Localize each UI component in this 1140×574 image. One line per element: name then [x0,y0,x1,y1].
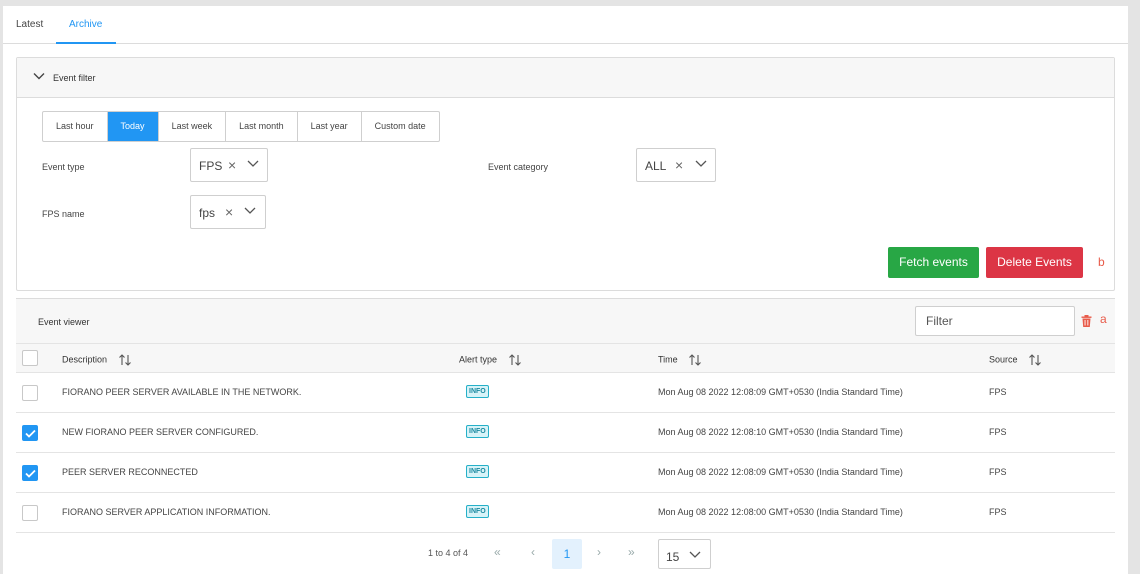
alert-type-badge: INFO [466,465,489,478]
row-description: PEER SERVER RECONNECTED [62,467,198,477]
sort-icon[interactable] [688,354,702,366]
table-row[interactable]: NEW FIORANO PEER SERVER CONFIGURED. INFO… [16,413,1115,453]
pagination: 1 to 4 of 4 « ‹ 1 › » 15 [16,534,1115,570]
column-alert-type[interactable]: Alert type [459,354,522,366]
clear-icon[interactable]: × [675,157,683,173]
row-checkbox[interactable] [22,425,38,441]
next-page-button[interactable]: › [597,545,601,559]
table-header: Description Alert type Time Source [16,343,1115,373]
event-type-select[interactable]: FPS × [190,148,268,182]
filter-input[interactable] [915,306,1075,336]
range-last-week[interactable]: Last week [159,112,227,141]
row-description: NEW FIORANO PEER SERVER CONFIGURED. [62,427,259,437]
range-custom-date[interactable]: Custom date [362,112,439,141]
table-row[interactable]: FIORANO PEER SERVER AVAILABLE IN THE NET… [16,373,1115,413]
row-time: Mon Aug 08 2022 12:08:10 GMT+0530 (India… [658,427,903,437]
table-row[interactable]: PEER SERVER RECONNECTED INFO Mon Aug 08 … [16,453,1115,493]
time-range-selector: Last hour Today Last week Last month Las… [42,111,440,142]
range-last-hour[interactable]: Last hour [43,112,108,141]
alert-type-badge: INFO [466,425,489,438]
column-source-label: Source [989,354,1018,365]
chevron-down-icon[interactable] [244,207,256,215]
clear-icon[interactable]: × [225,204,233,220]
chevron-down-icon[interactable] [689,551,701,559]
row-checkbox[interactable] [22,465,38,481]
range-today[interactable]: Today [107,112,159,141]
sort-icon[interactable] [508,354,522,366]
range-last-year[interactable]: Last year [298,112,362,141]
checkmark-icon [25,469,36,478]
sort-icon[interactable] [118,354,132,366]
row-source: FPS [989,387,1007,397]
checkmark-icon [25,429,36,438]
chevron-down-icon[interactable] [247,160,259,168]
prev-page-button[interactable]: ‹ [531,545,535,559]
event-viewer: Event viewer a Description Alert type [16,298,1115,569]
trash-icon[interactable] [1081,315,1092,327]
tab-archive[interactable]: Archive [69,19,102,30]
event-viewer-title: Event viewer [38,317,90,327]
row-description: FIORANO SERVER APPLICATION INFORMATION. [62,507,271,517]
current-page-button[interactable]: 1 [552,539,582,569]
event-category-value: ALL [645,159,667,173]
row-source: FPS [989,427,1007,437]
chevron-down-icon[interactable] [33,70,45,82]
sort-icon[interactable] [1028,354,1042,366]
pagination-info: 1 to 4 of 4 [428,548,469,558]
archive-page: Latest Archive Event filter Last hour To… [3,6,1128,574]
annotation-marker-a: a [1100,312,1107,326]
row-time: Mon Aug 08 2022 12:08:09 GMT+0530 (India… [658,387,903,397]
event-category-select[interactable]: ALL × [636,148,716,182]
row-source: FPS [989,467,1007,477]
event-viewer-header: Event viewer a [16,298,1115,343]
event-filter-panel: Event filter Last hour Today Last week L… [16,57,1115,291]
tab-bar: Latest Archive [3,6,1128,44]
select-all-checkbox[interactable] [22,350,38,366]
first-page-button[interactable]: « [494,545,501,559]
page-size-select[interactable]: 15 [658,539,711,569]
fps-name-label: FPS name [42,209,85,219]
chevron-down-icon[interactable] [695,160,707,168]
column-time-label: Time [658,354,678,365]
annotation-marker-b: b [1098,255,1105,269]
row-time: Mon Aug 08 2022 12:08:00 GMT+0530 (India… [658,507,903,517]
fetch-events-button[interactable]: Fetch events [888,247,979,278]
delete-events-button[interactable]: Delete Events [986,247,1083,278]
event-category-label: Event category [488,162,549,172]
event-filter-header[interactable]: Event filter [17,58,1114,98]
alert-type-badge: INFO [466,385,489,398]
column-description-label: Description [62,354,108,365]
row-checkbox[interactable] [22,385,38,401]
fps-name-select[interactable]: fps × [190,195,266,229]
event-filter-title: Event filter [53,73,96,83]
fps-name-value: fps [199,206,216,220]
table-row[interactable]: FIORANO SERVER APPLICATION INFORMATION. … [16,493,1115,533]
column-description[interactable]: Description [62,354,132,366]
range-last-month[interactable]: Last month [226,112,298,141]
column-alert-type-label: Alert type [459,354,498,365]
event-type-label: Event type [42,162,85,172]
last-page-button[interactable]: » [628,545,635,559]
alert-type-badge: INFO [466,505,489,518]
clear-icon[interactable]: × [228,157,236,173]
column-source[interactable]: Source [989,354,1042,366]
row-source: FPS [989,507,1007,517]
row-time: Mon Aug 08 2022 12:08:09 GMT+0530 (India… [658,467,903,477]
event-type-value: FPS [199,159,223,173]
active-tab-indicator [56,42,116,44]
page-size-value: 15 [666,550,680,564]
tab-latest[interactable]: Latest [16,19,43,30]
row-checkbox[interactable] [22,505,38,521]
column-time[interactable]: Time [658,354,702,366]
row-description: FIORANO PEER SERVER AVAILABLE IN THE NET… [62,387,302,397]
